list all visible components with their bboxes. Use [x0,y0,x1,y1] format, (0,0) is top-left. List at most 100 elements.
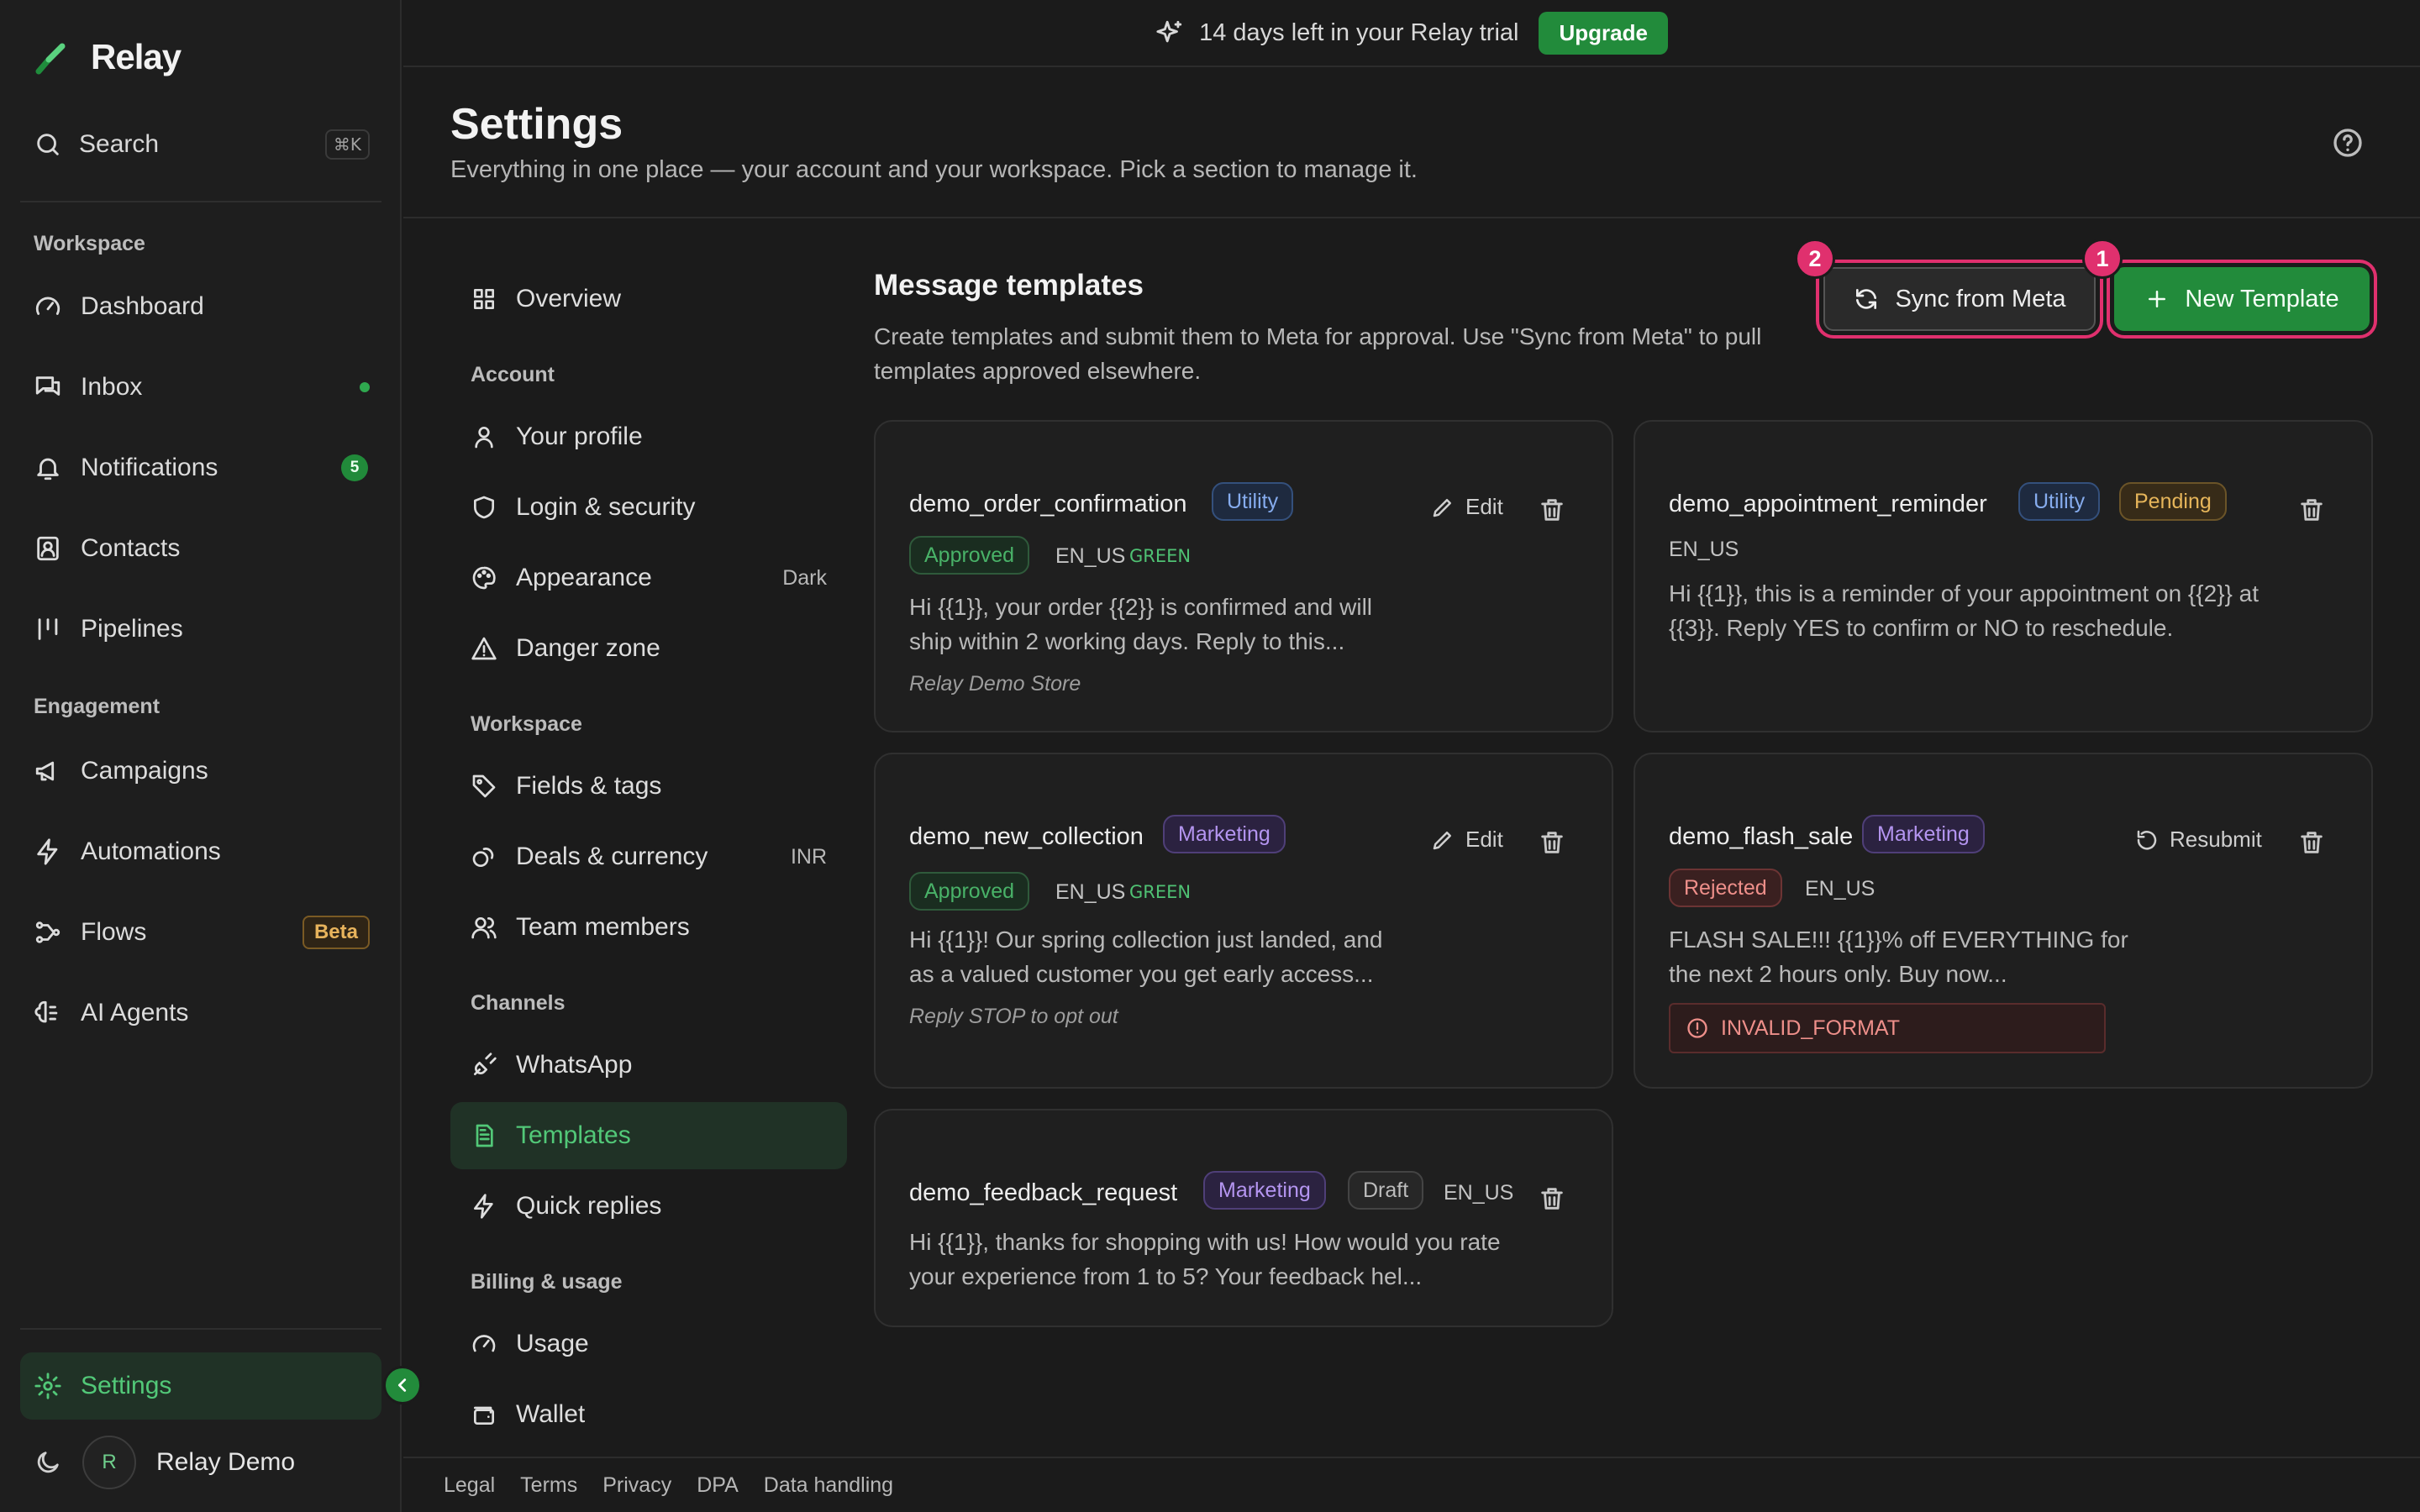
footer-link-legal[interactable]: Legal [444,1473,495,1498]
page-subtitle: Everything in one place — your account a… [450,156,1418,183]
settings-nav-label: Wallet [516,1400,586,1428]
sidebar-item-flows[interactable]: Flows Beta [20,899,381,966]
new-template-button[interactable]: New Template [2114,267,2370,331]
coins-icon [472,848,494,867]
tag-icon [472,774,496,798]
user-menu[interactable]: R Relay Demo [34,1433,295,1492]
sidebar-item-ai-agents[interactable]: AI Agents [20,979,381,1047]
settings-nav-overview[interactable]: Overview [450,265,847,333]
settings-nav-appearance[interactable]: Appearance Dark [450,544,847,612]
trash-icon[interactable] [1538,1184,1566,1213]
edit-button[interactable]: Edit [1430,827,1503,853]
template-body: Hi {{1}}, thanks for shopping with us! H… [909,1229,1501,1289]
settings-nav-label: Your profile [516,423,643,450]
template-footer: Reply STOP to opt out [909,1005,1118,1028]
sidebar-item-label: Contacts [81,534,181,562]
users-icon [471,917,497,939]
sidebar-item-automations[interactable]: Automations [20,818,381,885]
search-icon [37,134,59,155]
edit-button[interactable]: Edit [1430,494,1503,520]
settings-nav-label: Fields & tags [516,772,662,800]
language-code: EN_US [1805,877,1876,900]
gear-icon [34,1373,61,1399]
settings-nav-quick-replies[interactable]: Quick replies [450,1173,847,1240]
app-sidebar: Relay Search ⌘K Workspace Dashboard Inbo… [0,0,402,1512]
settings-nav-templates[interactable]: Templates [450,1102,847,1169]
help-icon[interactable] [2331,126,2365,160]
quality-rating: GREEN [1129,546,1192,566]
sidebar-item-notifications[interactable]: Notifications 5 [20,434,381,501]
template-card[interactable]: demo_order_confirmation Utility Approved… [874,420,1613,732]
sidebar-item-settings[interactable]: Settings [20,1352,381,1420]
footer-link-dpa[interactable]: DPA [697,1473,739,1498]
settings-nav-usage[interactable]: Usage [450,1310,847,1378]
search-button[interactable]: Search ⌘K [34,121,370,168]
workflow-icon [35,921,60,943]
search-label: Search [79,130,160,158]
shield-icon [474,496,494,519]
status-badge: Draft [1348,1171,1424,1210]
trash-icon[interactable] [2297,828,2326,857]
upgrade-button[interactable]: Upgrade [1539,11,1668,55]
settings-nav-whatsapp[interactable]: WhatsApp [450,1032,847,1099]
alert-circle-icon [1687,1018,1707,1038]
template-card[interactable]: demo_new_collection Marketing Approved E… [874,753,1613,1089]
template-card[interactable]: demo_appointment_reminder Utility Pendin… [1634,420,2373,732]
brain-icon [34,1000,58,1023]
template-body: Hi {{1}}, this is a reminder of your app… [1669,580,2260,641]
moon-icon[interactable] [34,1448,62,1477]
template-body: Hi {{1}}, your order {{2}} is confirmed … [909,594,1373,654]
settings-nav-deals-currency[interactable]: Deals & currency INR [450,823,847,890]
sidebar-item-contacts[interactable]: Contacts [20,515,381,582]
language-code: EN_US [1444,1181,1514,1205]
resubmit-button[interactable]: Resubmit [2134,827,2262,853]
template-card[interactable]: demo_feedback_request Marketing Draft EN… [874,1109,1613,1327]
wallet-icon [474,1406,494,1425]
brand[interactable]: Relay [34,34,182,81]
avatar: R [82,1436,136,1489]
trash-icon[interactable] [1538,828,1566,857]
settings-nav-wallet[interactable]: Wallet [450,1381,847,1448]
columns-icon [38,618,58,640]
trash-icon[interactable] [2297,496,2326,524]
trash-icon[interactable] [1538,496,1566,524]
status-badge: Rejected [1669,869,1782,907]
pencil-icon [1433,498,1451,517]
sync-from-meta-button[interactable]: Sync from Meta [1823,267,2096,331]
settings-nav-label: Appearance [516,564,652,591]
resubmit-label: Resubmit [2170,827,2262,852]
settings-nav-fields-tags[interactable]: Fields & tags [450,753,847,820]
quality-rating: GREEN [1129,882,1192,902]
sidebar-item-label: Settings [81,1372,172,1399]
template-card[interactable]: demo_flash_sale Marketing Rejected EN_US… [1634,753,2373,1089]
settings-nav-label: Deals & currency [516,843,708,870]
contact-card-icon [37,536,59,561]
sidebar-item-inbox[interactable]: Inbox [20,354,381,421]
unread-dot [360,382,370,392]
settings-section-channels: Channels [471,991,566,1015]
settings-nav-label: Quick replies [516,1192,662,1220]
settings-nav-team-members[interactable]: Team members [450,894,847,961]
sparkles-icon [1156,20,1182,43]
category-badge: Marketing [1203,1171,1326,1210]
settings-nav-your-profile[interactable]: Your profile [450,403,847,470]
footer-link-privacy[interactable]: Privacy [602,1473,671,1498]
settings-nav-danger-zone[interactable]: Danger zone [450,615,847,682]
language-code: EN_US [1055,880,1126,904]
language-code: EN_US [1055,544,1126,568]
template-body: Hi {{1}}! Our spring collection just lan… [909,927,1383,987]
sidebar-item-dashboard[interactable]: Dashboard [20,273,381,340]
template-name: demo_new_collection [909,823,1144,850]
sidebar-item-label: Inbox [81,373,143,401]
sidebar-item-pipelines[interactable]: Pipelines [20,596,381,663]
sidebar-item-campaigns[interactable]: Campaigns [20,738,381,805]
rejection-reason-text: INVALID_FORMAT [1721,1016,1900,1040]
settings-nav-login-security[interactable]: Login & security [450,474,847,541]
template-name: demo_flash_sale [1669,823,1854,850]
footer-link-terms[interactable]: Terms [520,1473,577,1498]
gauge-icon [35,297,60,315]
palette-icon [472,566,496,590]
footer-link-data-handling[interactable]: Data handling [764,1473,893,1498]
search-shortcut: ⌘K [324,129,370,160]
collapse-sidebar-button[interactable] [383,1366,422,1404]
